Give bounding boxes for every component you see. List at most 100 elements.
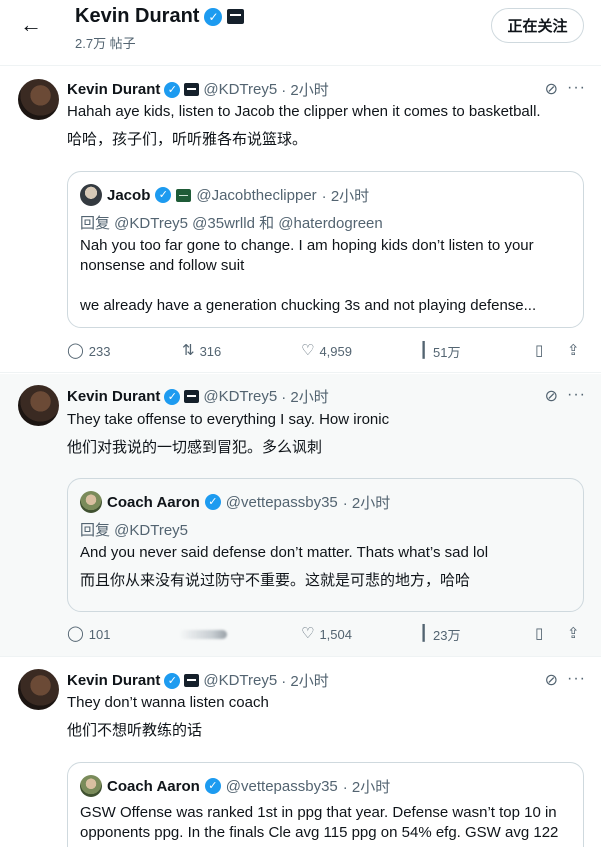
- like-button[interactable]: ♡ 4,959: [301, 341, 352, 361]
- reply-count: 233: [88, 343, 111, 359]
- grok-icon[interactable]: ⊘: [545, 79, 558, 99]
- tweet-text: Hahah aye kids, listen to Jacob the clip…: [67, 103, 541, 120]
- reply-button[interactable]: ◯ 233: [67, 341, 111, 361]
- quote-header: Jacob ✓ @Jacobtheclipper · 2小时: [80, 184, 369, 206]
- heart-icon: ♡: [301, 342, 315, 359]
- quote-author-name: Coach Aaron: [107, 493, 200, 511]
- quote-time: · 2小时: [342, 778, 391, 796]
- author-name[interactable]: Kevin Durant: [67, 388, 160, 405]
- quoted-tweet[interactable]: Coach Aaron ✓ @vettepassby35 · 2小时 GSW O…: [67, 762, 584, 847]
- quote-reply-to: 回复 @KDTrey5: [80, 522, 189, 539]
- views-count: 51万: [433, 344, 461, 360]
- grok-icon[interactable]: ⊘: [545, 670, 558, 690]
- tweet[interactable]: Kevin Durant ✓ @KDTrey5 · 2小时 ⊘ ··· They…: [0, 658, 601, 847]
- quote-header: Coach Aaron ✓ @vettepassby35 · 2小时: [80, 775, 390, 797]
- verified-badge-icon: ✓: [164, 388, 181, 405]
- views-chart-icon: ┃: [419, 342, 429, 359]
- bookmark-button[interactable]: ▯: [535, 341, 543, 361]
- quote-author-name: Coach Aaron: [107, 777, 200, 795]
- like-button[interactable]: ♡ 1,504: [301, 624, 352, 644]
- avatar[interactable]: [18, 79, 59, 120]
- tweet-time[interactable]: · 2小时: [281, 386, 329, 407]
- quote-text: GSW Offense was ranked 1st in ppg that y…: [80, 804, 559, 847]
- author-name[interactable]: Kevin Durant: [67, 81, 160, 98]
- quote-avatar: [80, 775, 102, 797]
- tweet[interactable]: Kevin Durant ✓ @KDTrey5 · 2小时 ⊘ ··· They…: [0, 374, 601, 657]
- author-name[interactable]: Kevin Durant: [67, 672, 160, 689]
- author-handle[interactable]: @KDTrey5: [203, 81, 277, 98]
- reply-button[interactable]: ◯ 101: [67, 624, 111, 644]
- like-count: 1,504: [319, 626, 352, 642]
- affiliation-flag-icon: [184, 390, 200, 403]
- reply-icon: ◯: [67, 342, 84, 359]
- tweet-translation: 他们对我说的一切感到冒犯。多么讽刺: [67, 439, 323, 456]
- bookmark-button[interactable]: ▯: [535, 624, 543, 644]
- retweet-button[interactable]: ⇅ 316: [182, 341, 221, 361]
- tweet-translation: 哈哈，孩子们，听听雅各布说篮球。: [67, 131, 308, 148]
- verified-badge-icon: ✓: [155, 187, 172, 203]
- profile-header: ← Kevin Durant ✓ 2.7万 帖子 正在关注: [0, 0, 601, 66]
- affiliation-flag-icon: [184, 83, 200, 96]
- views-chart-icon: ┃: [419, 625, 429, 642]
- more-options-icon[interactable]: ···: [567, 79, 586, 97]
- bookmark-icon: ▯: [535, 625, 544, 642]
- profile-name: Kevin Durant: [75, 5, 200, 27]
- following-button[interactable]: 正在关注: [491, 8, 584, 43]
- tweet-text: They take offense to everything I say. H…: [67, 411, 390, 428]
- quote-reply-to: 回复 @KDTrey5 @35wrlld 和 @haterdogreen: [80, 215, 383, 232]
- avatar[interactable]: [18, 669, 59, 710]
- quoted-tweet[interactable]: Jacob ✓ @Jacobtheclipper · 2小时 回复 @KDTre…: [67, 171, 584, 328]
- quote-text-continued: we already have a generation chucking 3s…: [80, 297, 537, 314]
- quote-translation: 而且你从来没有说过防守不重要。这就是可悲的地方，哈哈: [80, 572, 471, 589]
- retweet-count: 316: [199, 343, 222, 359]
- retweet-icon: ⇅: [182, 342, 195, 359]
- share-icon: ⇪: [567, 342, 580, 359]
- grok-icon[interactable]: ⊘: [545, 386, 558, 406]
- quote-time: · 2小时: [321, 187, 370, 205]
- quote-header: Coach Aaron ✓ @vettepassby35 · 2小时: [80, 491, 390, 513]
- posts-count: 2.7万 帖子: [75, 36, 136, 51]
- share-button[interactable]: ⇪: [567, 624, 580, 644]
- heart-icon: ♡: [301, 625, 315, 642]
- quote-avatar: [80, 491, 102, 513]
- tweet[interactable]: Kevin Durant ✓ @KDTrey5 · 2小时 ⊘ ··· Haha…: [0, 67, 601, 373]
- avatar[interactable]: [18, 385, 59, 426]
- author-handle[interactable]: @KDTrey5: [203, 388, 277, 405]
- tweet-translation: 他们不想听教练的话: [67, 722, 203, 739]
- like-count: 4,959: [319, 343, 352, 359]
- quote-author-handle: @vettepassby35: [225, 777, 338, 795]
- quote-author-name: Jacob: [107, 186, 151, 204]
- quoted-tweet[interactable]: Coach Aaron ✓ @vettepassby35 · 2小时 回复 @K…: [67, 478, 584, 612]
- affiliation-flag-icon: [227, 9, 245, 24]
- tweet-header: Kevin Durant ✓ @KDTrey5 · 2小时: [67, 670, 329, 691]
- quote-text: Nah you too far gone to change. I am hop…: [80, 237, 534, 274]
- quote-author-handle: @Jacobtheclipper: [196, 186, 317, 204]
- arrow-left-icon[interactable]: ←: [18, 12, 44, 38]
- profile-title: Kevin Durant ✓: [75, 5, 245, 28]
- tweet-actions: ◯ 101 ♡ 1,504 ┃ 23万 ▯ ⇪: [67, 624, 587, 644]
- views-button[interactable]: ┃ 23万: [419, 624, 461, 644]
- retweet-button-blurred[interactable]: [179, 630, 227, 639]
- reply-icon: ◯: [67, 625, 84, 642]
- quote-avatar: [80, 184, 102, 206]
- more-options-icon[interactable]: ···: [567, 386, 586, 404]
- tweet-time[interactable]: · 2小时: [281, 670, 329, 691]
- quote-text: And you never said defense don’t matter.…: [80, 544, 489, 561]
- reply-count: 101: [88, 626, 111, 642]
- quote-author-handle: @vettepassby35: [225, 493, 338, 511]
- share-icon: ⇪: [567, 625, 580, 642]
- views-button[interactable]: ┃ 51万: [419, 341, 461, 361]
- views-count: 23万: [433, 627, 461, 643]
- affiliation-flag-icon: [176, 188, 192, 202]
- affiliation-flag-icon: [184, 674, 200, 687]
- tweet-time[interactable]: · 2小时: [281, 79, 329, 100]
- share-button[interactable]: ⇪: [567, 341, 580, 361]
- verified-badge-icon: ✓: [204, 7, 223, 26]
- verified-badge-icon: ✓: [164, 81, 181, 98]
- quote-time: · 2小时: [342, 494, 391, 512]
- tweet-actions: ◯ 233 ⇅ 316 ♡ 4,959 ┃ 51万 ▯ ⇪: [67, 341, 587, 361]
- verified-badge-icon: ✓: [164, 672, 181, 689]
- more-options-icon[interactable]: ···: [567, 670, 586, 688]
- tweet-header: Kevin Durant ✓ @KDTrey5 · 2小时: [67, 386, 329, 407]
- author-handle[interactable]: @KDTrey5: [203, 672, 277, 689]
